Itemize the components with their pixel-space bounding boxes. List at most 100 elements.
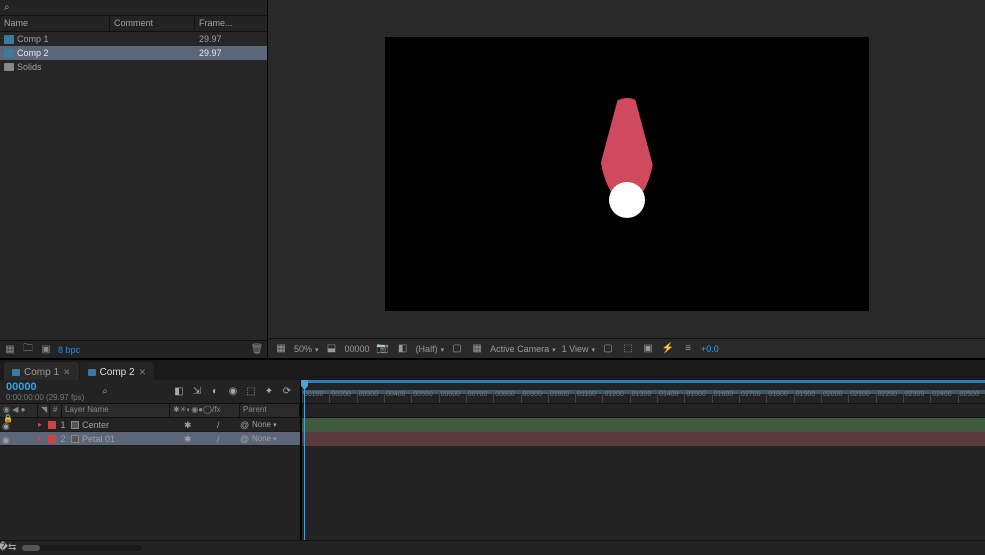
comp-mini-icon[interactable]: ◧ <box>172 385 186 399</box>
grid-icon[interactable]: ▦ <box>274 342 288 356</box>
project-item[interactable]: Comp 229.97 <box>0 46 267 60</box>
layer-name: Center <box>82 420 109 430</box>
playhead[interactable] <box>304 380 305 540</box>
ruler-tick: 00400 <box>384 391 411 403</box>
composition-viewer-panel: ▦ 50% ⬓ 00000 📷 ◧ (Half) ▢ ▦ Active Came… <box>268 0 985 358</box>
comp-icon <box>4 49 14 58</box>
search-icon[interactable]: ⌕ <box>4 2 10 13</box>
view-dropdown[interactable]: 1 View <box>562 344 595 354</box>
layer-index: 1 <box>58 420 68 430</box>
layer-row[interactable]: ◉▸2Petal 01✱/@None▾ <box>0 432 300 446</box>
current-timecode[interactable]: 00000 <box>6 381 84 393</box>
timeline-footer: �⇆ <box>0 540 985 554</box>
layer-rows: ◉▸1Center✱/@None▾◉▸2Petal 01✱/@None▾ <box>0 418 300 540</box>
timeline-tab[interactable]: Comp 1✕ <box>4 362 79 380</box>
ruler-tick: 00700 <box>466 391 493 403</box>
timeline-panel: Comp 1✕Comp 2✕ 00000 0:00:00:00 (29.97 f… <box>0 360 985 554</box>
pixel-aspect-icon[interactable]: ▣ <box>641 342 655 356</box>
ruler-tick: 02300 <box>903 391 930 403</box>
motion-blur-icon[interactable]: ◉ <box>226 385 240 399</box>
close-icon[interactable]: ✕ <box>139 367 147 378</box>
layer-bar-1[interactable] <box>302 418 985 432</box>
ruler-tick: 01200 <box>602 391 629 403</box>
res-icon[interactable]: ⬓ <box>325 342 339 356</box>
ruler-tick: 02100 <box>848 391 875 403</box>
time-nav-bar[interactable] <box>302 380 985 383</box>
label-color[interactable] <box>48 421 56 429</box>
camera-dropdown[interactable]: Active Camera <box>490 344 556 354</box>
ruler-tick: 01300 <box>630 391 657 403</box>
fast-preview-icon[interactable]: ⚡ <box>661 342 675 356</box>
ruler-tick: 01600 <box>712 391 739 403</box>
comp-icon <box>4 35 14 44</box>
ruler-tick: 00800 <box>493 391 520 403</box>
zoom-slider[interactable] <box>22 545 142 551</box>
brain-icon[interactable]: ✦ <box>262 385 276 399</box>
ctrl-2-icon[interactable]: ⬚ <box>621 342 635 356</box>
parent-value[interactable]: None <box>252 420 271 429</box>
timecode-sub: 0:00:00:00 (29.97 fps) <box>6 393 84 402</box>
project-item-list: Comp 1 29.97 Comp 229.97Solids <box>0 32 267 340</box>
ruler-tick: 00500 <box>411 391 438 403</box>
parent-value[interactable]: None <box>252 434 271 443</box>
zoom-dropdown[interactable]: 50% <box>294 344 319 354</box>
transparency-icon[interactable]: ▦ <box>470 342 484 356</box>
layer-bar-2[interactable] <box>302 432 985 446</box>
expand-icon[interactable]: ▸ <box>38 420 46 429</box>
ruler-tick: 00200 <box>329 391 356 403</box>
exposure-value[interactable]: +0.0 <box>701 344 719 354</box>
project-item[interactable]: Solids <box>0 60 267 74</box>
project-item[interactable]: Comp 1 29.97 <box>0 32 267 46</box>
ruler-tick: 00300 <box>357 391 384 403</box>
current-frame[interactable]: 00000 <box>345 344 370 354</box>
item-name: Comp 1 <box>17 34 49 44</box>
timeline-column-header: ◉ ◀ ● 🔒 ◥ # Layer Name ✱✳◐◉●◯/fx Parent <box>0 404 300 418</box>
layer-index: 2 <box>58 434 68 444</box>
parent-header[interactable]: Parent <box>240 404 300 417</box>
layer-name-header[interactable]: Layer Name <box>62 404 170 417</box>
col-frame[interactable]: Frame... <box>195 16 267 31</box>
search-icon[interactable]: ⌕ <box>102 386 108 397</box>
new-folder-icon[interactable]: 🗀 <box>22 344 34 356</box>
tracks[interactable] <box>302 418 985 540</box>
ruler-tick: 01500 <box>684 391 711 403</box>
center-circle <box>609 182 645 218</box>
zoom-thumb[interactable] <box>22 545 40 551</box>
time-ruler[interactable]: 0010000200003000040000500006000070000800… <box>302 380 985 404</box>
new-comp-icon[interactable]: ▣ <box>40 344 52 356</box>
roi-icon[interactable]: ▢ <box>450 342 464 356</box>
item-name: Comp 2 <box>17 48 49 58</box>
pickwhip-icon[interactable]: @ <box>240 434 250 444</box>
project-footer: ▦ 🗀 ▣ 8 bpc 🗑 <box>0 340 267 358</box>
composition-canvas[interactable] <box>386 38 868 310</box>
close-icon[interactable]: ✕ <box>63 367 71 378</box>
video-toggle[interactable]: ◉ <box>2 421 10 429</box>
shy-icon[interactable]: ⇲ <box>190 385 204 399</box>
project-panel: ⌕ Name Comment Frame... Comp 129.97Comp … <box>0 0 268 358</box>
resolution-dropdown[interactable]: (Half) <box>416 344 445 354</box>
col-comment[interactable]: Comment <box>110 16 195 31</box>
timeline-header: 00000 0:00:00:00 (29.97 fps) ⌕ ◧ ⇲ ◐ ◉ ⬚… <box>0 380 300 404</box>
toggle-switches-icon[interactable]: �⇆ <box>0 541 14 555</box>
bpc-indicator[interactable]: 8 bpc <box>58 345 80 355</box>
label-header: ◥ <box>38 404 50 417</box>
item-frame: 29.97 <box>195 34 267 44</box>
timeline-tab[interactable]: Comp 2✕ <box>80 362 155 380</box>
switch-icon[interactable]: ⟳ <box>280 385 294 399</box>
video-toggle[interactable]: ◉ <box>2 435 10 443</box>
expand-icon[interactable]: ▸ <box>38 434 46 443</box>
snapshot-icon[interactable]: 📷 <box>376 342 390 356</box>
pickwhip-icon[interactable]: @ <box>240 420 250 430</box>
graph-icon[interactable]: ⬚ <box>244 385 258 399</box>
label-color[interactable] <box>48 435 56 443</box>
ruler-tick: 01800 <box>766 391 793 403</box>
channel-icon[interactable]: ◧ <box>396 342 410 356</box>
layer-row[interactable]: ◉▸1Center✱/@None▾ <box>0 418 300 432</box>
ruler-tick: 01700 <box>739 391 766 403</box>
col-name[interactable]: Name <box>0 16 110 31</box>
timeline-icon[interactable]: ≡ <box>681 342 695 356</box>
ctrl-1-icon[interactable]: ▢ <box>601 342 615 356</box>
interpret-icon[interactable]: ▦ <box>4 344 16 356</box>
frame-blend-icon[interactable]: ◐ <box>208 385 222 399</box>
trash-icon[interactable]: 🗑 <box>251 344 263 356</box>
